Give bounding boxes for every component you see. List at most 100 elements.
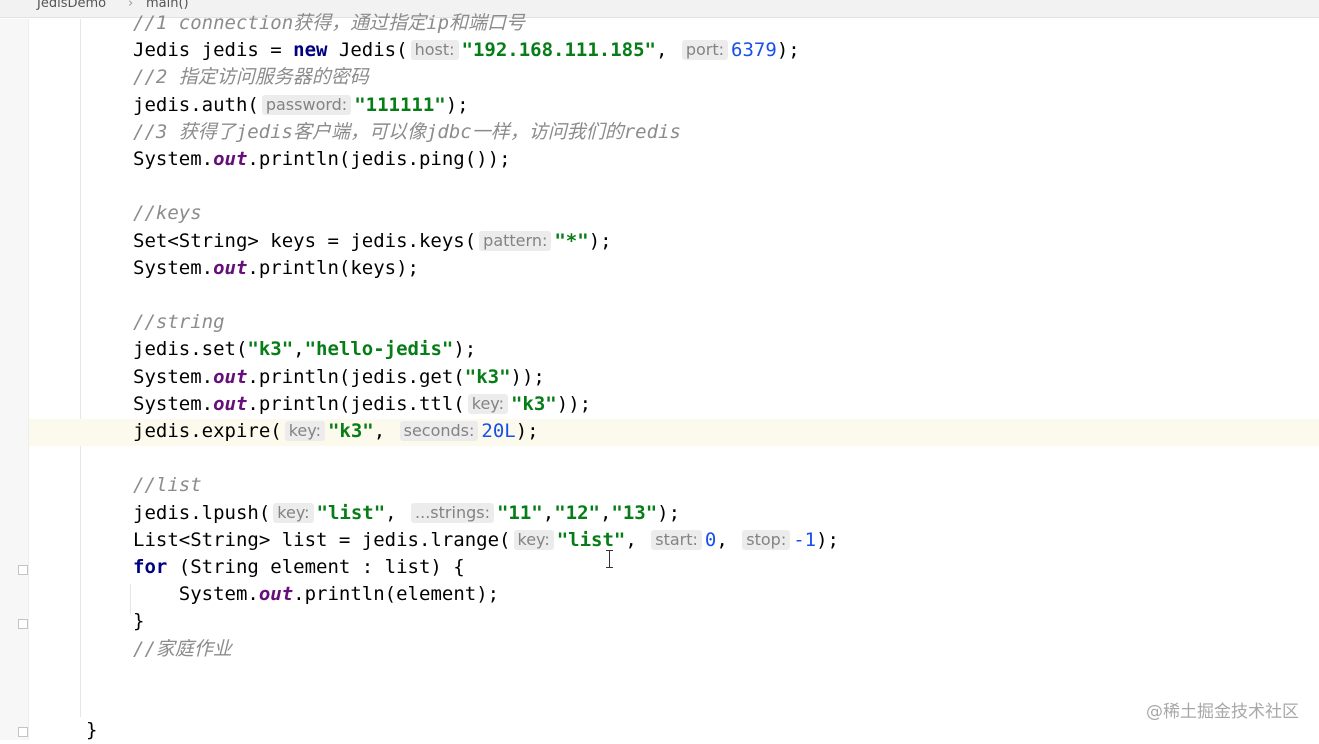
code-token: jedis.expire( <box>133 420 282 442</box>
code-token: System. <box>133 365 214 388</box>
static-field: out <box>213 392 248 415</box>
keyword: for <box>133 556 168 578</box>
code-token: ); <box>445 93 469 116</box>
code-token: jedis.lpush( <box>133 501 271 524</box>
code-comment: //list <box>133 474 202 497</box>
string-literal: "k3" <box>327 420 374 442</box>
code-token: } <box>86 719 98 742</box>
parameter-hint: key: <box>284 421 325 441</box>
code-line[interactable]: //2 指定访问服务器的密码 <box>133 64 369 91</box>
code-line[interactable]: System.out.println(jedis.get("k3")); <box>133 364 545 391</box>
code-token: ); <box>453 338 477 361</box>
code-comment: //3 获得了jedis客户端，可以像jdbc一样，访问我们的redis <box>133 120 681 143</box>
parameter-hint: start: <box>651 529 702 550</box>
code-editor[interactable]: //1 connection获得，通过指定ip和端口号 Jedis jedis =… <box>0 0 1319 742</box>
code-token: , <box>716 528 740 551</box>
code-token: ); <box>588 229 612 252</box>
code-line[interactable]: //1 connection获得，通过指定ip和端口号 <box>133 10 525 37</box>
code-token: ); <box>515 420 539 442</box>
code-token: jedis.set( <box>133 338 248 361</box>
code-token: Jedis jedis = <box>133 39 294 62</box>
code-line[interactable]: //keys <box>133 200 202 227</box>
string-literal: "111111" <box>354 93 446 116</box>
parameter-hint: port: <box>681 40 729 61</box>
code-token: System. <box>133 148 214 170</box>
code-token: List<String> list = jedis.lrange( <box>133 528 511 551</box>
parameter-hint: key: <box>273 502 314 523</box>
code-line[interactable]: //家庭作业 <box>133 636 232 663</box>
string-literal: "192.168.111.185" <box>461 39 656 62</box>
code-line[interactable]: jedis.set("k3","hello-jedis"); <box>133 336 476 363</box>
code-line[interactable]: } <box>133 608 144 635</box>
string-literal: "list" <box>556 528 626 551</box>
code-line[interactable]: for (String element : list) { <box>133 554 465 581</box>
code-token: , <box>385 501 409 524</box>
code-token: , <box>373 420 397 442</box>
string-literal: "12" <box>554 501 600 524</box>
parameter-hint: key: <box>513 529 554 550</box>
code-line[interactable]: System.out.println(jedis.ttl(key: "k3")); <box>133 391 591 418</box>
code-token: .println(element); <box>293 583 500 606</box>
code-line[interactable]: //list <box>133 472 202 499</box>
code-token: Set<String> keys = jedis.keys( <box>133 229 477 252</box>
parameter-hint: seconds: <box>399 421 479 441</box>
code-token: .println(jedis.ping()); <box>247 148 511 170</box>
code-token: , <box>599 501 612 524</box>
string-literal: "13" <box>611 501 658 524</box>
code-token: ); <box>657 501 681 524</box>
text-cursor-icon <box>605 550 615 568</box>
code-line[interactable]: jedis.expire(key: "k3", seconds: 20L); <box>133 418 539 445</box>
code-comment: //string <box>133 311 225 334</box>
static-field: out <box>213 256 248 279</box>
string-literal: "k3" <box>510 392 557 415</box>
code-token: , <box>542 501 555 524</box>
code-comment: //1 connection获得，通过指定ip和端口号 <box>133 12 526 34</box>
code-comment: //2 指定访问服务器的密码 <box>133 66 369 89</box>
number-literal: 20L <box>481 420 516 442</box>
code-line[interactable]: System.out.println(keys); <box>133 255 419 282</box>
number-literal: -1 <box>793 528 817 551</box>
keyword: new <box>293 39 328 62</box>
code-line[interactable]: Jedis jedis = new Jedis(host: "192.168.11… <box>133 37 800 64</box>
code-token: , <box>625 528 649 551</box>
code-token: )); <box>556 392 592 415</box>
parameter-hint: key: <box>467 393 508 414</box>
code-token: .println(keys); <box>247 256 419 279</box>
parameter-hint: ...strings: <box>411 502 494 523</box>
code-line[interactable]: System.out.println(element); <box>133 581 499 608</box>
static-field: out <box>213 148 248 170</box>
code-token: System. <box>133 256 214 279</box>
parameter-hint: pattern: <box>479 230 552 251</box>
code-token: , <box>293 338 305 361</box>
number-literal: 0 <box>704 528 717 551</box>
parameter-hint: stop: <box>742 529 791 550</box>
code-line[interactable]: jedis.lpush(key: "list", ...strings: "11",… <box>133 500 680 527</box>
static-field: out <box>213 365 248 388</box>
code-token: } <box>133 610 145 633</box>
code-line[interactable]: Set<String> keys = jedis.keys(pattern: "*… <box>133 228 612 255</box>
code-line[interactable]: System.out.println(jedis.ping()); <box>133 146 511 173</box>
code-token: System. <box>133 392 214 415</box>
code-token: , <box>655 39 679 62</box>
code-line[interactable]: //string <box>133 309 225 336</box>
code-line[interactable]: List<String> list = jedis.lrange(key: "li… <box>133 527 839 554</box>
code-line[interactable]: jedis.auth(password: "111111"); <box>133 92 469 119</box>
code-token: jedis.auth( <box>133 93 259 116</box>
code-token: System. <box>133 583 259 606</box>
watermark: @稀土掘金技术社区 <box>1146 702 1299 722</box>
string-literal: "hello-jedis" <box>304 338 454 361</box>
code-token: .println(jedis.get( <box>247 365 465 388</box>
parameter-hint: password: <box>261 94 352 115</box>
code-token: Jedis( <box>327 39 408 62</box>
code-token: (String element : list) { <box>167 556 465 578</box>
string-literal: "*" <box>554 229 589 252</box>
code-token: ); <box>816 528 839 551</box>
code-comment: //keys <box>133 202 202 225</box>
number-literal: 6379 <box>731 39 777 62</box>
code-token: )); <box>510 365 545 388</box>
parameter-hint: host: <box>410 40 459 61</box>
code-token: ); <box>776 39 800 62</box>
code-line[interactable]: //3 获得了jedis客户端，可以像jdbc一样，访问我们的redis <box>133 119 681 146</box>
string-literal: "k3" <box>247 338 294 361</box>
string-literal: "k3" <box>464 365 511 388</box>
